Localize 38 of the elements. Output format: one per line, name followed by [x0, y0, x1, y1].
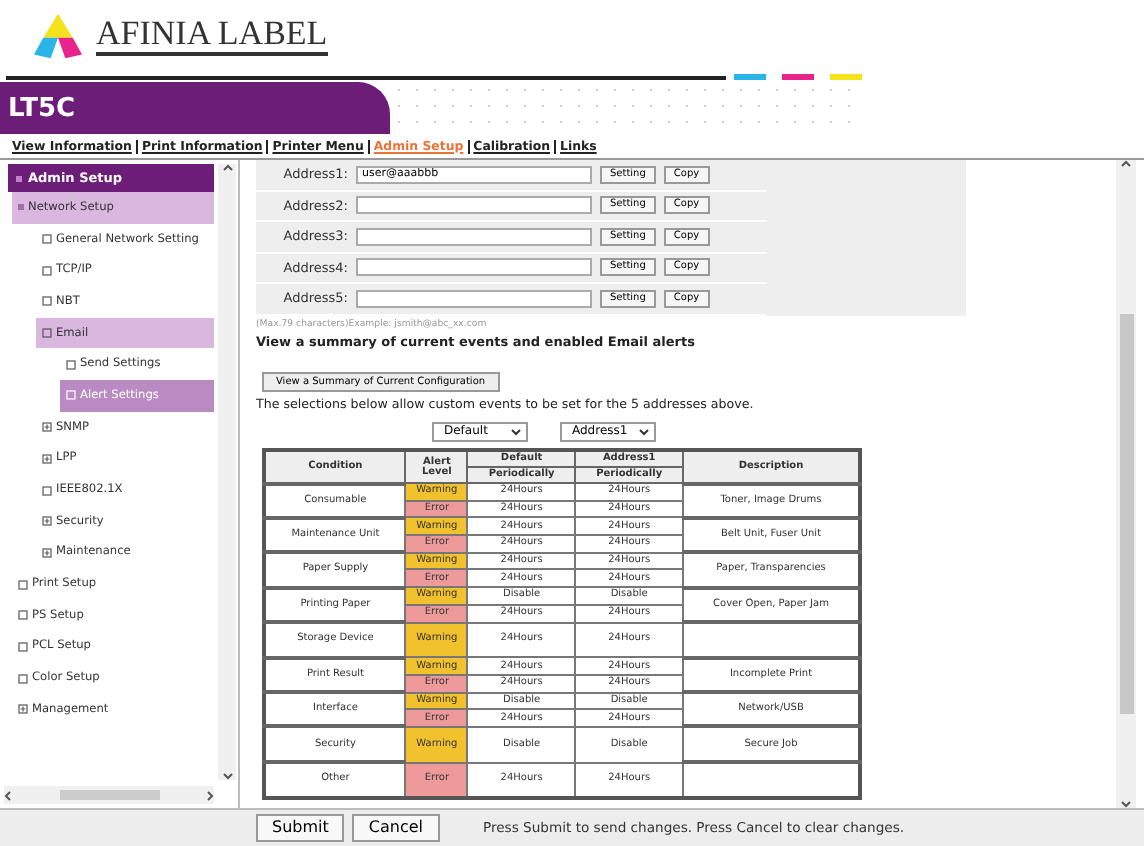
page-icon — [18, 673, 28, 684]
page-icon — [66, 390, 76, 401]
scrollbar[interactable] — [4, 786, 214, 804]
scroll-up-icon[interactable] — [1120, 160, 1132, 168]
logo-text: AFINIA LABEL — [96, 16, 328, 56]
chevron-down-icon — [638, 427, 650, 435]
plus-box-icon — [42, 422, 52, 433]
page-icon — [42, 485, 52, 496]
cancel-button[interactable]: Cancel — [352, 814, 439, 842]
chevron-down-icon — [510, 427, 522, 435]
plus-box-icon — [42, 453, 52, 464]
page-icon — [18, 610, 28, 621]
page-icon — [42, 328, 52, 339]
page-icon — [42, 296, 52, 307]
scrollbar[interactable] — [218, 164, 236, 780]
scroll-down-icon[interactable] — [221, 772, 233, 780]
plus-box-icon — [18, 704, 28, 715]
page-icon — [66, 359, 76, 370]
scroll-down-icon[interactable] — [1120, 800, 1132, 808]
logo-icon — [28, 12, 88, 60]
page-icon — [42, 265, 52, 276]
address-field[interactable] — [356, 196, 592, 215]
scroll-up-icon[interactable] — [221, 164, 233, 172]
scroll-left-icon[interactable] — [4, 789, 12, 801]
model-name: LT5C — [8, 93, 76, 123]
page-icon — [18, 579, 28, 590]
address-field[interactable] — [356, 227, 592, 246]
scroll-right-icon[interactable] — [206, 789, 214, 801]
submit-button[interactable]: Submit — [256, 814, 345, 842]
address-field[interactable] — [356, 258, 592, 277]
square-bullet-icon — [18, 204, 24, 211]
plus-box-icon — [42, 516, 52, 527]
page-icon — [42, 234, 52, 245]
color-dashes-drawing — [734, 73, 866, 81]
plus-box-icon — [42, 547, 52, 558]
scrollbar[interactable] — [1116, 160, 1136, 808]
address-field[interactable] — [356, 289, 592, 308]
page-icon — [18, 641, 28, 652]
